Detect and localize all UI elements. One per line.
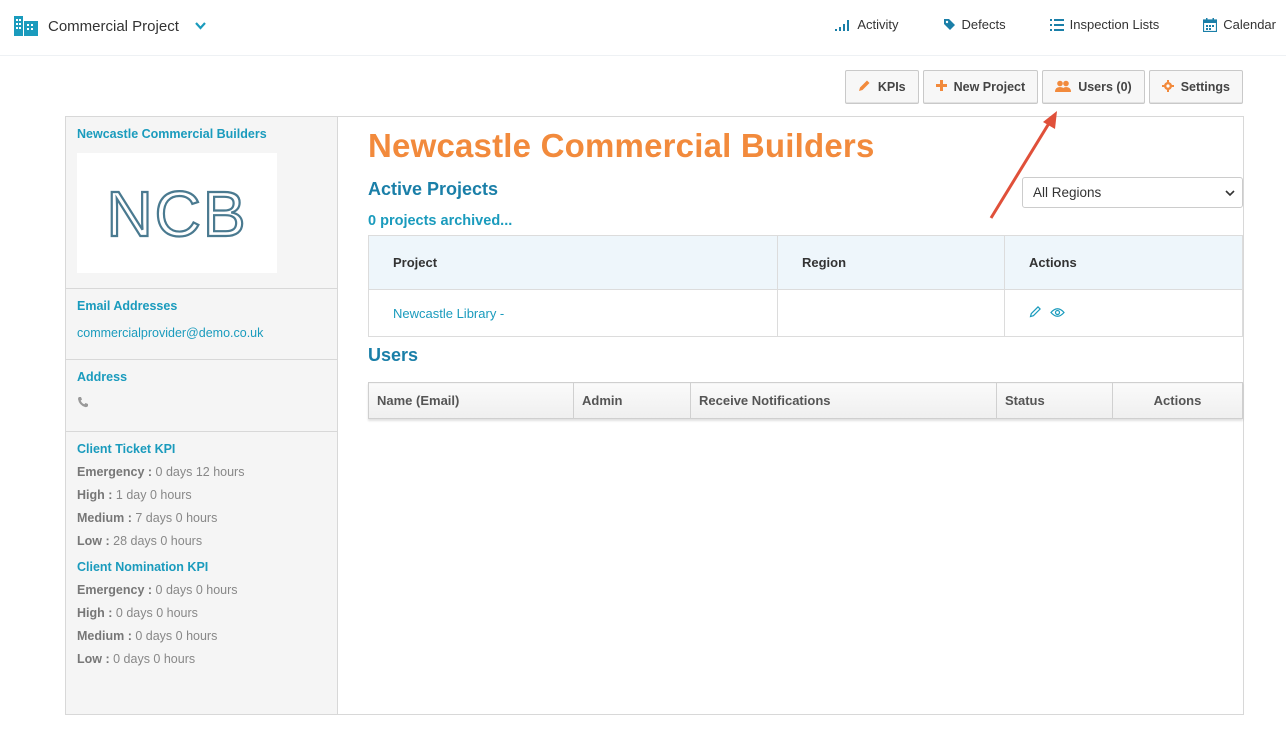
users-table: Name (Email) Admin Receive Notifications… [368,382,1243,419]
eye-icon[interactable] [1049,306,1065,321]
kpis-button[interactable]: KPIs [844,70,919,104]
column-header-status: Status [996,382,1113,419]
kpi-ticket-low: Low : 28 days 0 hours [77,534,203,548]
phone-icon [77,396,326,411]
pencil-icon[interactable] [1029,305,1042,321]
column-header-receive-notifications: Receive Notifications [690,382,997,419]
nav-calendar-label: Calendar [1223,17,1276,32]
nav-defects[interactable]: Defects [943,17,1006,32]
chevron-down-icon[interactable] [195,19,206,33]
tag-icon [943,18,956,31]
logo-text: NCB [106,178,247,248]
users-heading: Users [368,345,419,365]
kpi-nomination-low: Low : 0 days 0 hours [77,652,196,666]
column-header-project: Project [368,235,778,290]
column-header-user-actions: Actions [1112,382,1243,419]
project-switcher[interactable]: Commercial Project [14,14,206,38]
column-header-actions: Actions [1004,235,1243,290]
calendar-icon [1203,17,1218,32]
nav-calendar[interactable]: Calendar [1203,17,1276,32]
nav-inspection-lists[interactable]: Inspection Lists [1049,17,1160,32]
new-project-button[interactable]: New Project [922,70,1039,104]
archived-projects-link[interactable]: 0 projects archived... [368,213,512,229]
signal-bars-icon [835,19,851,31]
plus-icon [935,80,947,94]
page-title: Newcastle Commercial Builders [368,127,875,164]
company-panel: Newcastle Commercial Builders NCB Email … [65,116,1244,715]
kpis-label: KPIs [877,80,906,94]
project-region [777,289,1005,337]
gear-icon [1161,79,1174,95]
project-name: Commercial Project [48,17,179,35]
settings-label: Settings [1180,80,1230,94]
projects-table: Project Region Actions Newcastle Library… [368,235,1243,337]
client-ticket-kpi-heading: Client Ticket KPI [77,442,176,456]
users-label: Users (0) [1078,80,1132,94]
users-table-header: Name (Email) Admin Receive Notifications… [368,382,1243,419]
kpi-section: Client Ticket KPI Emergency : 0 days 12 … [66,432,337,676]
table-row: Newcastle Library - [368,289,1243,337]
pencil-icon [858,79,871,95]
project-actions [1004,289,1243,337]
address-heading: Address [77,370,128,384]
company-logo: NCB [77,153,277,273]
kpi-nomination-medium: Medium : 0 days 0 hours [77,629,218,643]
project-link[interactable]: Newcastle Library - [368,289,778,337]
main-nav: Activity Defects Inspection Lists Calend… [791,17,1276,32]
email-heading: Email Addresses [77,299,178,313]
nav-defects-label: Defects [961,17,1006,32]
kpi-ticket-medium: Medium : 7 days 0 hours [77,511,218,525]
column-header-name-email: Name (Email) [368,382,574,419]
annotation-arrow [989,111,1057,219]
kpi-ticket-high: High : 1 day 0 hours [77,488,192,502]
active-projects-heading: Active Projects [368,179,499,199]
address-section: Address [66,360,337,432]
action-toolbar: KPIs New Project Users (0) Settings [844,70,1243,104]
settings-button[interactable]: Settings [1148,70,1243,104]
column-header-admin: Admin [573,382,691,419]
chevron-down-icon [1225,185,1235,200]
users-icon [1055,80,1072,95]
kpi-ticket-emergency: Emergency : 0 days 12 hours [77,465,245,479]
new-project-label: New Project [953,80,1026,94]
company-section: Newcastle Commercial Builders NCB [66,117,337,289]
email-link[interactable]: commercialprovider@demo.co.uk [77,326,326,340]
kpi-nomination-high: High : 0 days 0 hours [77,606,198,620]
email-section: Email Addresses commercialprovider@demo.… [66,289,337,360]
company-name: Newcastle Commercial Builders [77,127,267,141]
building-icon [14,14,38,38]
nav-inspection-lists-label: Inspection Lists [1069,17,1160,32]
nav-activity-label: Activity [857,17,899,32]
company-sidebar: Newcastle Commercial Builders NCB Email … [66,117,338,714]
kpi-nomination-emergency: Emergency : 0 days 0 hours [77,583,238,597]
client-nomination-kpi-heading: Client Nomination KPI [77,560,209,574]
list-icon [1049,18,1064,31]
projects-table-header: Project Region Actions [368,235,1243,290]
column-header-region: Region [777,235,1005,290]
nav-activity[interactable]: Activity [835,17,899,32]
main-content: Newcastle Commercial Builders Active Pro… [338,117,1243,714]
users-button[interactable]: Users (0) [1042,70,1145,104]
top-navbar: Commercial Project Activity Defects Insp… [0,0,1286,56]
